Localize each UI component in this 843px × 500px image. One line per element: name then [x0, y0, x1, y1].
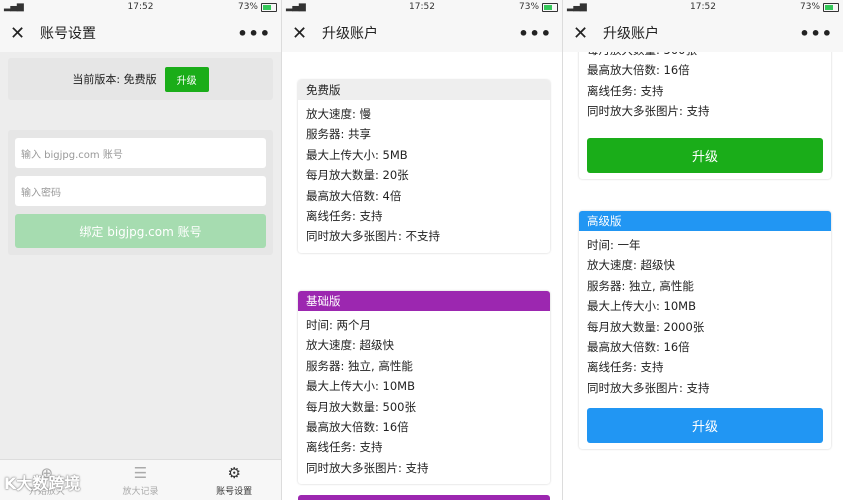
status-bar: ▂▄▆ 17:52 73% — [0, 0, 281, 14]
basic-plan-card: 基础版 时间: 两个月 放大速度: 超级快 服务器: 独立, 高性能 最大上传大… — [298, 291, 550, 485]
feature-line: 服务器: 独立, 高性能 — [587, 278, 694, 293]
upgrade-screen-2: ▂▄▆ 17:52 73% ✕ 升级账户 ••• 每月放大数量: 500张 最高… — [562, 0, 843, 500]
battery-icon — [823, 2, 840, 12]
upgrade-standard-button[interactable]: 升级 — [587, 137, 823, 173]
account-input[interactable]: 输入 bigjpg.com 账号 — [15, 138, 266, 168]
feature-line: 同时放大多张图片: 支持 — [587, 104, 710, 119]
feature-line: 最大上传大小: 10MB — [306, 379, 415, 394]
plan-features: 时间: 两个月 放大速度: 超级快 服务器: 独立, 高性能 最大上传大小: 1… — [298, 311, 550, 484]
feature-line: 离线任务: 支持 — [306, 440, 383, 455]
page-title: 升级账户 — [603, 26, 659, 42]
close-icon[interactable]: ✕ — [292, 23, 318, 44]
feature-line: 离线任务: 支持 — [587, 360, 664, 375]
feature-line: 最高放大倍数: 16倍 — [306, 419, 409, 434]
tab-label: 放大记录 — [122, 486, 159, 497]
tab-label: 账号设置 — [216, 486, 253, 497]
feature-line: 离线任务: 支持 — [306, 208, 383, 223]
feature-line: 同时放大多张图片: 支持 — [306, 460, 429, 475]
status-time: 17:52 — [690, 2, 716, 12]
signal-icon: ▂▄▆ — [567, 2, 587, 12]
signal-icon: ▂▄▆ — [286, 2, 306, 12]
feature-line: 离线任务: 支持 — [587, 83, 664, 98]
standard-plan-card: 每月放大数量: 500张 最高放大倍数: 16倍 离线任务: 支持 同时放大多张… — [579, 40, 831, 179]
password-input[interactable]: 输入密码 — [15, 176, 266, 206]
page-title: 升级账户 — [322, 26, 378, 42]
upgrade-screen-1: ▂▄▆ 17:52 73% ✕ 升级账户 ••• 免费版 放大速度: 慢 服务器… — [281, 0, 562, 500]
watermark: K大数跨境 — [4, 474, 81, 493]
title-bar: ✕ 升级账户 ••• — [563, 14, 843, 52]
plan-features: 时间: 一年 放大速度: 超级快 服务器: 独立, 高性能 最大上传大小: 10… — [579, 231, 831, 398]
feature-line: 放大速度: 超级快 — [587, 258, 676, 273]
free-plan-card: 免费版 放大速度: 慢 服务器: 共享 最大上传大小: 5MB 每月放大数量: … — [298, 80, 550, 253]
feature-line: 同时放大多张图片: 支持 — [587, 380, 710, 395]
plan-features: 放大速度: 慢 服务器: 共享 最大上传大小: 5MB 每月放大数量: 20张 … — [298, 100, 550, 253]
feature-line: 最高放大倍数: 16倍 — [587, 63, 690, 78]
plan-name: 基础版 — [298, 291, 550, 311]
account-settings-screen: ▂▄▆ 17:52 73% ✕ 账号设置 ••• 当前版本: 免费版 升级 输入… — [0, 0, 281, 500]
status-right: 73% — [467, 2, 559, 12]
more-icon[interactable]: ••• — [799, 24, 833, 43]
feature-line: 每月放大数量: 20张 — [306, 168, 409, 183]
tab-enlarge-history[interactable]: ☰ 放大记录 — [94, 460, 188, 500]
screens: ▂▄▆ 17:52 73% ✕ 账号设置 ••• 当前版本: 免费版 升级 输入… — [0, 0, 843, 500]
battery-percent: 73% — [519, 2, 540, 12]
premium-plan-card: 高级版 时间: 一年 放大速度: 超级快 服务器: 独立, 高性能 最大上传大小… — [579, 211, 831, 450]
page-title: 账号设置 — [40, 26, 96, 42]
bind-button[interactable]: 绑定 bigjpg.com 账号 — [15, 214, 266, 248]
plan-name: 免费版 — [298, 80, 550, 100]
feature-line: 服务器: 独立, 高性能 — [306, 358, 413, 373]
upgrade-premium-button[interactable]: 升级 — [587, 408, 823, 444]
feature-line: 放大速度: 超级快 — [306, 338, 395, 353]
more-icon[interactable]: ••• — [237, 24, 271, 43]
status-right: 73% — [186, 2, 277, 12]
status-time: 17:52 — [409, 2, 435, 12]
more-icon[interactable]: ••• — [518, 24, 552, 43]
feature-line: 最高放大倍数: 16倍 — [587, 339, 690, 354]
title-bar: ✕ 账号设置 ••• — [0, 14, 281, 52]
feature-line: 每月放大数量: 2000张 — [587, 319, 705, 334]
list-icon: ☰ — [133, 463, 148, 482]
plan-features: 每月放大数量: 500张 最高放大倍数: 16倍 离线任务: 支持 同时放大多张… — [579, 40, 831, 128]
status-bar: ▂▄▆ 17:52 73% — [563, 0, 843, 14]
feature-line: 最大上传大小: 5MB — [306, 147, 408, 162]
status-bar: ▂▄▆ 17:52 73% — [282, 0, 562, 14]
plan-name: 高级版 — [579, 211, 831, 231]
status-right: 73% — [748, 2, 840, 12]
feature-line: 服务器: 共享 — [306, 127, 372, 142]
feature-line: 最高放大倍数: 4倍 — [306, 188, 402, 203]
feature-line: 时间: 一年 — [587, 238, 641, 252]
bind-form: 输入 bigjpg.com 账号 输入密码 绑定 bigjpg.com 账号 — [8, 130, 273, 255]
close-icon[interactable]: ✕ — [573, 23, 599, 44]
next-plan-header-edge — [298, 495, 550, 500]
gear-icon: ⚙ — [227, 463, 241, 482]
version-label: 当前版本: 免费版 — [72, 73, 157, 86]
version-box: 当前版本: 免费版 升级 — [8, 58, 273, 100]
battery-percent: 73% — [237, 2, 258, 12]
title-bar: ✕ 升级账户 ••• — [282, 14, 562, 52]
battery-icon — [261, 2, 277, 12]
battery-icon — [542, 2, 559, 12]
feature-line: 时间: 两个月 — [306, 318, 372, 332]
close-icon[interactable]: ✕ — [10, 23, 36, 44]
upgrade-button[interactable]: 升级 — [164, 66, 209, 92]
feature-line: 放大速度: 慢 — [306, 107, 372, 121]
battery-percent: 73% — [800, 2, 821, 12]
signal-icon: ▂▄▆ — [4, 2, 24, 12]
status-time: 17:52 — [127, 2, 154, 12]
tab-account-settings[interactable]: ⚙ 账号设置 — [187, 460, 281, 500]
feature-line: 每月放大数量: 500张 — [306, 399, 416, 414]
feature-line: 同时放大多张图片: 不支持 — [306, 229, 441, 244]
feature-line: 最大上传大小: 10MB — [587, 299, 696, 314]
